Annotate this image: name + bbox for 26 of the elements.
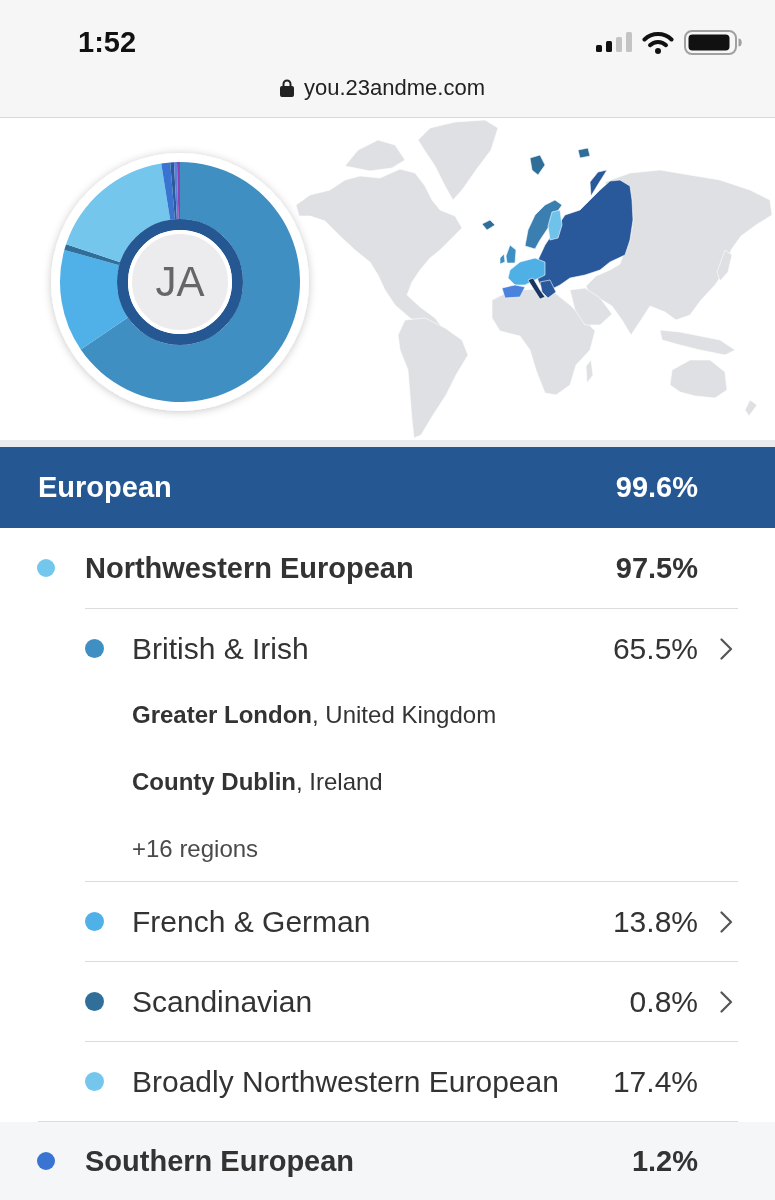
region-name: Northwestern European (85, 551, 415, 585)
group-name: European (38, 471, 172, 504)
subregion-percent: 13.8% (612, 904, 698, 939)
subregion-name: French & German (132, 904, 372, 939)
battery-icon (684, 29, 742, 55)
subregion-percent: 0.8% (629, 984, 698, 1019)
chevron-right-icon[interactable] (720, 637, 733, 660)
subregion-name: Broadly Northwestern European (132, 1064, 560, 1099)
group-percent: 99.6% (615, 471, 698, 504)
location-text: Greater London, United Kingdom (132, 700, 497, 730)
signal-icon (596, 32, 632, 52)
subregion-percent: 65.5% (612, 631, 698, 666)
chevron-right-icon[interactable] (720, 910, 733, 933)
subregion-name: Scandinavian (132, 984, 314, 1019)
region-percent: 97.5% (615, 551, 698, 585)
wifi-icon (642, 30, 674, 54)
clock-time: 1:52 (78, 28, 137, 56)
chevron-right-icon[interactable] (720, 990, 733, 1013)
region-name: Southern European (85, 1144, 356, 1178)
subregion-percent: 17.4% (612, 1064, 698, 1099)
location-text: County Dublin, Ireland (132, 767, 383, 797)
url-text[interactable]: you.23andme.com (304, 74, 485, 102)
region-percent: 1.2% (631, 1144, 698, 1178)
avatar-initials: JA (155, 258, 205, 305)
subregion-name: British & Irish (132, 631, 310, 666)
more-regions-link[interactable]: +16 regions (132, 832, 259, 866)
